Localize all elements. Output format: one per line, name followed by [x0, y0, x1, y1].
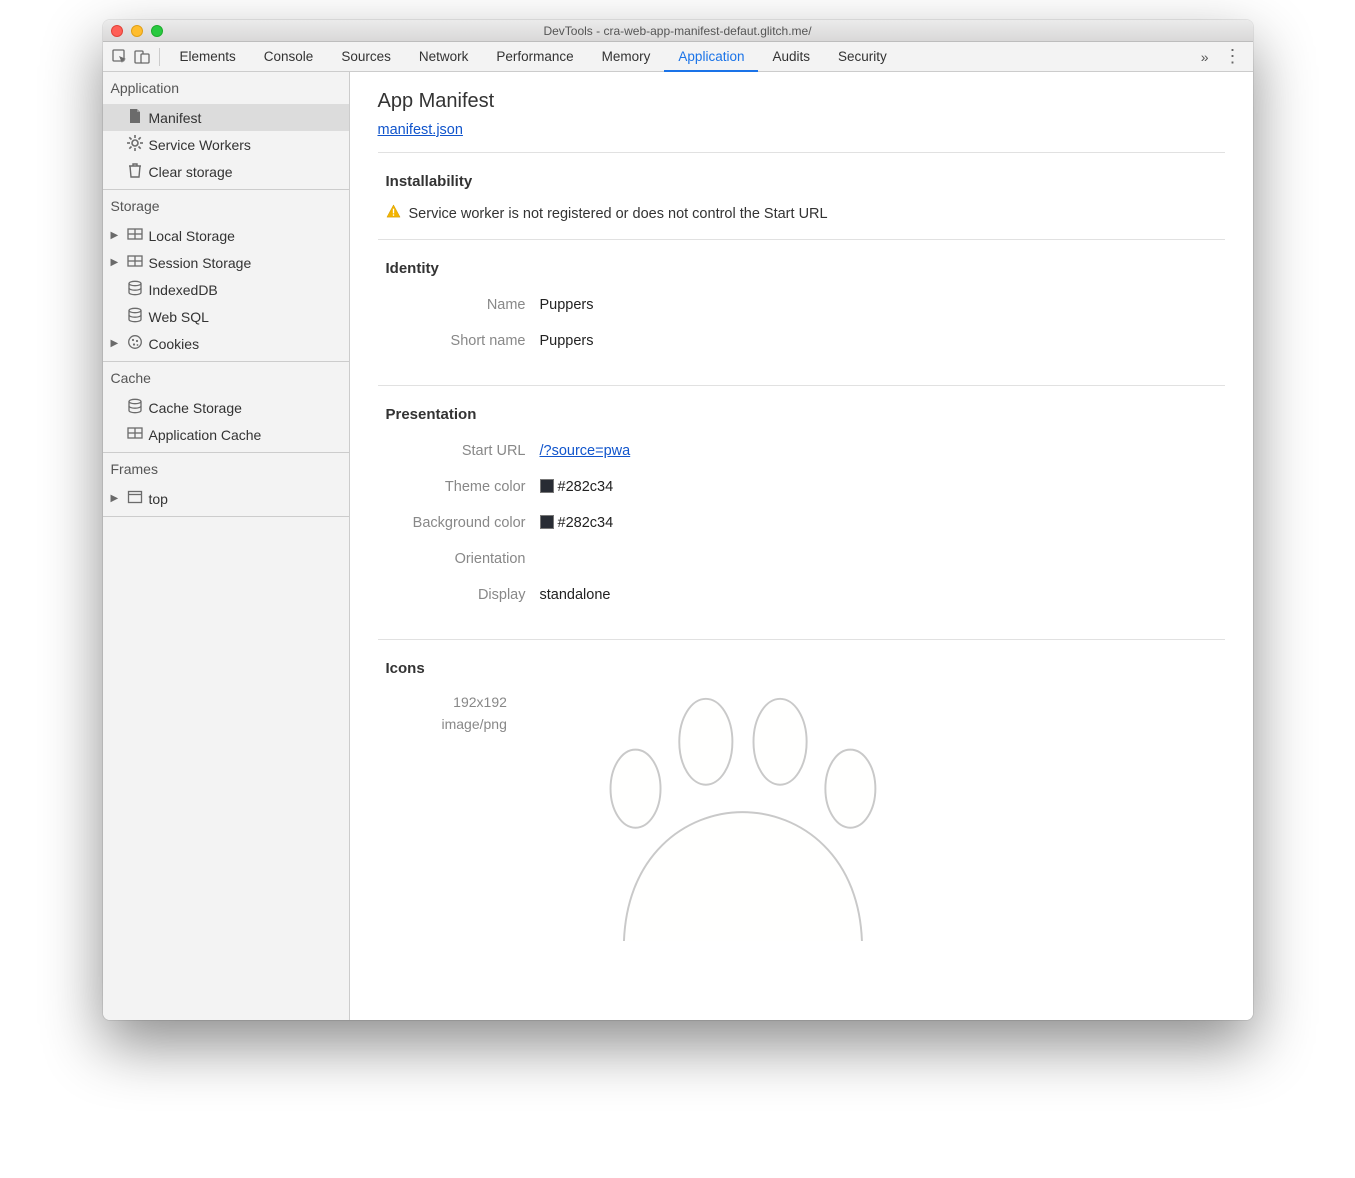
tab-sources[interactable]: Sources: [327, 42, 405, 72]
sidebar-item-manifest[interactable]: Manifest: [103, 104, 349, 131]
starturl-label: Start URL: [386, 443, 526, 459]
shortname-value: Puppers: [540, 333, 594, 349]
inspect-icon[interactable]: [109, 46, 131, 68]
trash-icon: [127, 162, 143, 181]
sidebar-group-storage: Storage: [103, 190, 349, 222]
more-tabs-icon[interactable]: »: [1191, 49, 1219, 65]
sidebar-item-application-cache[interactable]: Application Cache: [103, 421, 349, 448]
document-icon: [127, 108, 143, 127]
icon-size: 192x192: [442, 691, 507, 713]
themecolor-value: #282c34: [540, 479, 614, 495]
gear-icon: [127, 135, 143, 154]
bgcolor-swatch: [540, 515, 554, 529]
window-title: DevTools - cra-web-app-manifest-defaut.g…: [103, 24, 1253, 38]
sidebar-group-frames: Frames: [103, 453, 349, 485]
tab-elements[interactable]: Elements: [166, 42, 250, 72]
toolbar-divider: [159, 48, 160, 66]
icon-meta: 192x192 image/png: [442, 691, 507, 941]
identity-section: Identity Name Puppers Short name Puppers: [378, 239, 1225, 385]
sidebar-item-local-storage[interactable]: ▶ Local Storage: [103, 222, 349, 249]
sidebar-item-label: Cookies: [149, 336, 200, 352]
themecolor-swatch: [540, 479, 554, 493]
sidebar-item-label: Manifest: [149, 110, 202, 126]
titlebar: DevTools - cra-web-app-manifest-defaut.g…: [103, 20, 1253, 42]
sidebar-item-web-sql[interactable]: Web SQL: [103, 303, 349, 330]
sidebar-item-top[interactable]: ▶ top: [103, 485, 349, 512]
expand-arrow-icon: ▶: [111, 257, 121, 268]
sidebar-item-service-workers[interactable]: Service Workers: [103, 131, 349, 158]
database-icon: [127, 280, 143, 299]
name-value: Puppers: [540, 297, 594, 313]
table-icon: [127, 425, 143, 444]
icon-mime: image/png: [442, 713, 507, 735]
sidebar-item-label: IndexedDB: [149, 282, 218, 298]
manifest-panel: App Manifest manifest.json Installabilit…: [350, 72, 1253, 1020]
tab-application[interactable]: Application: [664, 42, 758, 72]
sidebar-item-label: Web SQL: [149, 309, 209, 325]
bgcolor-value: #282c34: [540, 515, 614, 531]
database-icon: [127, 307, 143, 326]
sidebar-group-cache: Cache: [103, 362, 349, 394]
sidebar-item-label: Application Cache: [149, 427, 262, 443]
tab-security[interactable]: Security: [824, 42, 901, 72]
tab-console[interactable]: Console: [250, 42, 328, 72]
sidebar-item-label: top: [149, 491, 168, 507]
presentation-section: Presentation Start URL /?source=pwa Theme…: [378, 385, 1225, 639]
sidebar-item-label: Clear storage: [149, 164, 233, 180]
tab-performance[interactable]: Performance: [482, 42, 587, 72]
sidebar-item-label: Session Storage: [149, 255, 252, 271]
devtools-window: DevTools - cra-web-app-manifest-defaut.g…: [103, 20, 1253, 1020]
warning-icon: [386, 204, 401, 223]
sidebar-item-label: Local Storage: [149, 228, 235, 244]
sidebar-item-label: Cache Storage: [149, 400, 242, 416]
tab-audits[interactable]: Audits: [758, 42, 824, 72]
themecolor-label: Theme color: [386, 479, 526, 495]
tab-memory[interactable]: Memory: [588, 42, 665, 72]
icons-heading: Icons: [386, 660, 1225, 677]
database-icon: [127, 398, 143, 417]
icons-section: Icons 192x192 image/png: [378, 639, 1225, 957]
presentation-heading: Presentation: [386, 406, 1225, 423]
tab-network[interactable]: Network: [405, 42, 483, 72]
table-icon: [127, 226, 143, 245]
panel-tabs: ElementsConsoleSourcesNetworkPerformance…: [166, 42, 1191, 72]
sidebar-group-application: Application: [103, 72, 349, 104]
name-label: Name: [386, 297, 526, 313]
installability-section: Installability Service worker is not reg…: [378, 152, 1225, 239]
sidebar-item-clear-storage[interactable]: Clear storage: [103, 158, 349, 185]
sidebar-item-session-storage[interactable]: ▶ Session Storage: [103, 249, 349, 276]
manifest-file-link[interactable]: manifest.json: [378, 122, 463, 138]
display-value: standalone: [540, 587, 611, 603]
window-icon: [127, 489, 143, 508]
cookie-icon: [127, 334, 143, 353]
identity-heading: Identity: [386, 260, 1225, 277]
sidebar-item-indexeddb[interactable]: IndexedDB: [103, 276, 349, 303]
application-sidebar: Application Manifest Service Workers Clear …: [103, 72, 350, 1020]
starturl-link[interactable]: /?source=pwa: [540, 443, 631, 459]
display-label: Display: [386, 587, 526, 603]
settings-menu-icon[interactable]: ⋮: [1219, 46, 1247, 67]
expand-arrow-icon: ▶: [111, 230, 121, 241]
shortname-label: Short name: [386, 333, 526, 349]
warning-text: Service worker is not registered or does…: [409, 206, 828, 222]
devtools-toolbar: ElementsConsoleSourcesNetworkPerformance…: [103, 42, 1253, 72]
sidebar-item-cookies[interactable]: ▶ Cookies: [103, 330, 349, 357]
installability-heading: Installability: [386, 173, 1225, 190]
orientation-label: Orientation: [386, 551, 526, 567]
installability-warning: Service worker is not registered or does…: [386, 204, 1225, 223]
page-title: App Manifest: [378, 90, 1225, 113]
sidebar-item-label: Service Workers: [149, 137, 251, 153]
device-toggle-icon[interactable]: [131, 46, 153, 68]
bgcolor-label: Background color: [386, 515, 526, 531]
expand-arrow-icon: ▶: [111, 338, 121, 349]
manifest-icon-preview: [531, 691, 951, 941]
table-icon: [127, 253, 143, 272]
sidebar-item-cache-storage[interactable]: Cache Storage: [103, 394, 349, 421]
expand-arrow-icon: ▶: [111, 493, 121, 504]
